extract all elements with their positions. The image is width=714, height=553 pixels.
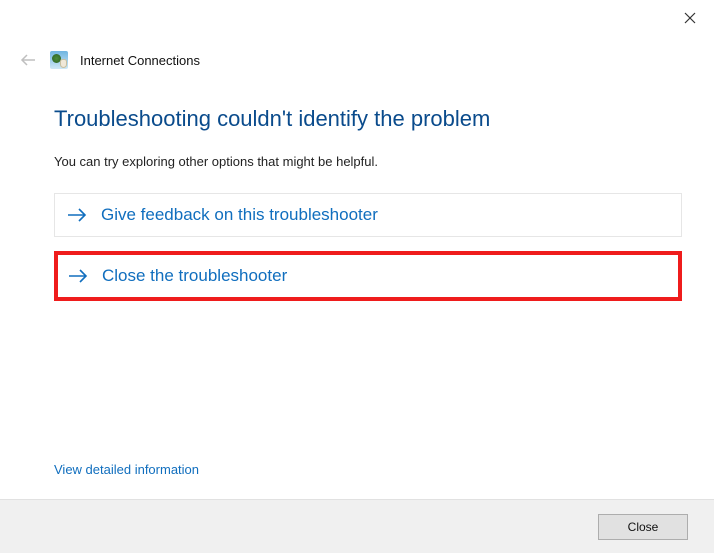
back-arrow-icon bbox=[18, 50, 38, 70]
page-title: Troubleshooting couldn't identify the pr… bbox=[54, 106, 682, 132]
close-icon[interactable] bbox=[680, 8, 700, 28]
content-area: Troubleshooting couldn't identify the pr… bbox=[0, 70, 714, 301]
titlebar bbox=[0, 0, 714, 38]
arrow-right-icon bbox=[67, 207, 87, 223]
give-feedback-option[interactable]: Give feedback on this troubleshooter bbox=[54, 193, 682, 237]
close-troubleshooter-option[interactable]: Close the troubleshooter bbox=[54, 251, 682, 301]
close-troubleshooter-label: Close the troubleshooter bbox=[102, 266, 287, 286]
footer-bar: Close bbox=[0, 499, 714, 553]
view-detailed-information-link[interactable]: View detailed information bbox=[54, 462, 199, 477]
close-button[interactable]: Close bbox=[598, 514, 688, 540]
arrow-right-icon bbox=[68, 268, 88, 284]
header-row: Internet Connections bbox=[0, 38, 714, 70]
give-feedback-label: Give feedback on this troubleshooter bbox=[101, 205, 378, 225]
page-subtext: You can try exploring other options that… bbox=[54, 154, 682, 169]
option-list: Give feedback on this troubleshooter Clo… bbox=[54, 193, 682, 301]
window-title: Internet Connections bbox=[80, 53, 200, 68]
internet-connections-icon bbox=[50, 51, 68, 69]
